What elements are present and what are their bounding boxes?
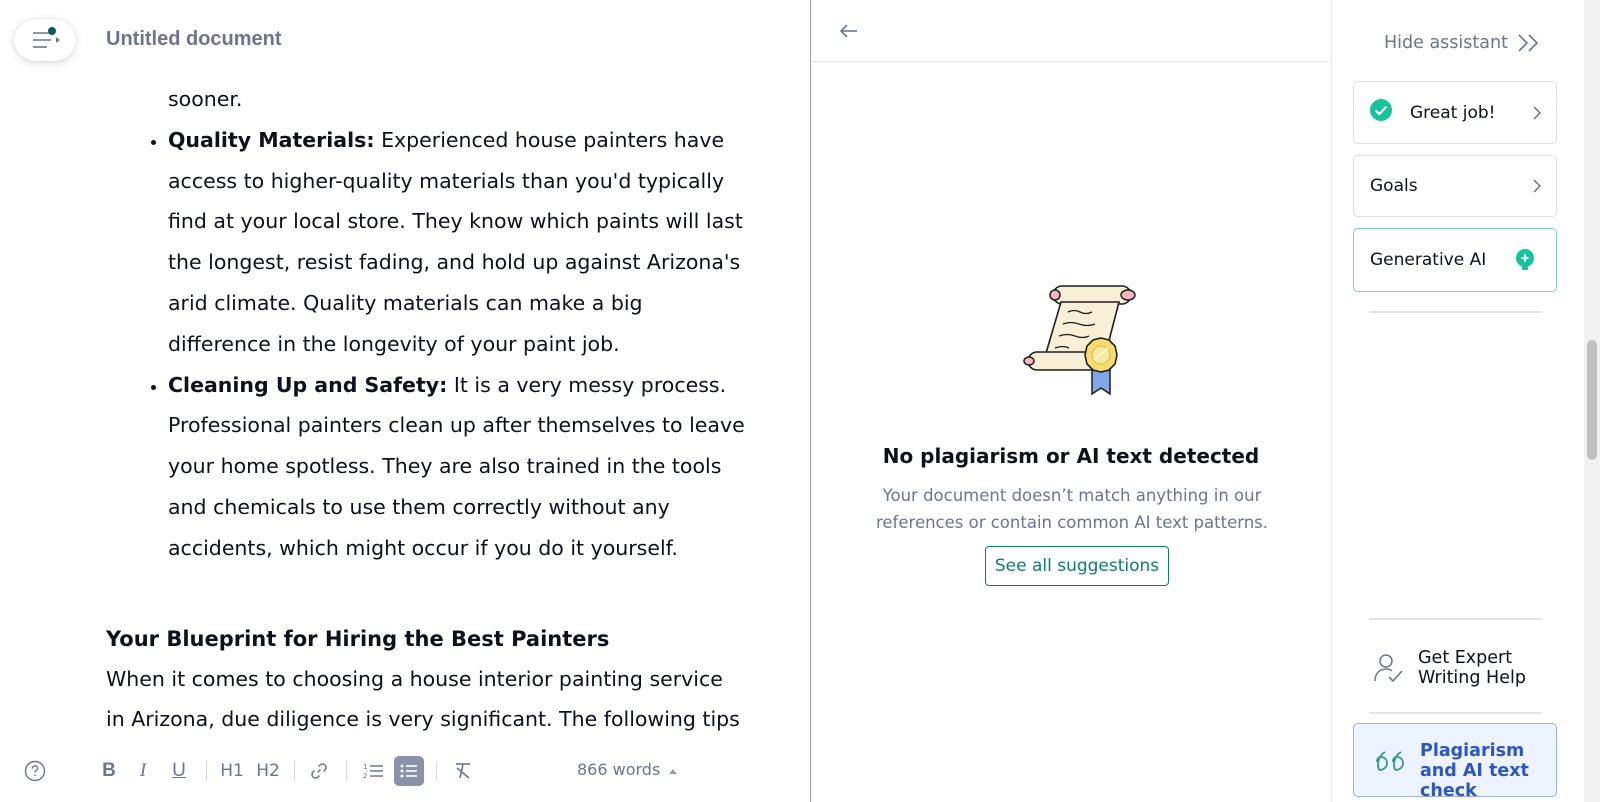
formatting-toolbar: B I U H1 H2 1 2 866 words bbox=[0, 748, 810, 794]
scrollbar-thumb[interactable] bbox=[1587, 340, 1597, 460]
hide-assistant-label: Hide assistant bbox=[1384, 33, 1508, 53]
svg-text:2: 2 bbox=[363, 772, 367, 780]
assistant-sidebar: Hide assistant Great job! Goals Generati… bbox=[1332, 0, 1584, 802]
check-circle-icon bbox=[1370, 99, 1392, 121]
link-button[interactable] bbox=[306, 756, 332, 786]
toolbar-divider bbox=[436, 761, 437, 781]
expert-writing-help-label: Get Expert Writing Help bbox=[1418, 648, 1526, 688]
sidebar-divider bbox=[1369, 311, 1542, 313]
clear-formatting-button[interactable] bbox=[450, 756, 476, 786]
quote-icon bbox=[1376, 751, 1404, 771]
help-button[interactable] bbox=[22, 756, 48, 786]
great-job-label: Great job! bbox=[1410, 102, 1496, 123]
expert-writing-help-button[interactable]: Get Expert Writing Help bbox=[1372, 645, 1552, 695]
back-arrow-icon bbox=[839, 24, 857, 38]
chevron-right-icon bbox=[1533, 105, 1542, 120]
section-heading: Your Blueprint for Hiring the Best Paint… bbox=[106, 626, 610, 651]
bullet-list: Quality Materials: Experienced house pai… bbox=[106, 120, 746, 569]
underline-button[interactable]: U bbox=[168, 756, 190, 786]
sidebar-divider bbox=[1369, 712, 1542, 714]
heading1-button[interactable]: H1 bbox=[218, 756, 246, 786]
bulb-icon bbox=[1516, 249, 1534, 270]
heading2-button[interactable]: H2 bbox=[254, 756, 282, 786]
sidebar-divider bbox=[1369, 618, 1542, 620]
panel-header bbox=[811, 0, 1331, 62]
see-all-suggestions-button[interactable]: See all suggestions bbox=[985, 546, 1169, 586]
great-job-card[interactable]: Great job! bbox=[1353, 81, 1557, 144]
continuation-text: sooner. bbox=[168, 87, 243, 111]
word-count[interactable]: 866 words bbox=[577, 760, 678, 779]
hide-assistant-button[interactable]: Hide assistant bbox=[1384, 32, 1542, 54]
document-title[interactable]: Untitled document bbox=[106, 28, 282, 51]
word-count-label: 866 words bbox=[577, 760, 661, 779]
clear-format-icon bbox=[456, 763, 470, 779]
numbered-list-button[interactable]: 1 2 bbox=[360, 756, 386, 786]
editor-pane: Untitled document sooner. Quality Materi… bbox=[0, 0, 810, 802]
chevron-right-icon bbox=[1533, 179, 1542, 193]
plagiarism-check-button[interactable]: Plagiarism and AI text check bbox=[1353, 723, 1557, 801]
certificate-scroll-icon bbox=[1016, 282, 1146, 406]
list-item-heading: Cleaning Up and Safety: bbox=[168, 372, 448, 397]
list-item-text: It is a very messy process. Professional… bbox=[168, 372, 745, 560]
numbered-list-icon: 1 2 bbox=[363, 763, 383, 780]
list-item: Cleaning Up and Safety: It is a very mes… bbox=[168, 365, 746, 569]
svg-text:1: 1 bbox=[363, 763, 367, 771]
bulleted-list-button[interactable] bbox=[394, 756, 424, 786]
plagiarism-check-label: Plagiarism and AI text check bbox=[1420, 741, 1529, 801]
goals-label: Goals bbox=[1370, 176, 1418, 196]
generative-ai-label: Generative AI bbox=[1370, 250, 1487, 270]
help-icon bbox=[24, 760, 46, 782]
bulleted-list-icon bbox=[400, 764, 417, 778]
list-item-text: Experienced house painters have access t… bbox=[168, 127, 743, 356]
italic-button[interactable]: I bbox=[132, 756, 154, 786]
result-description: Your document doesn’t match anything in … bbox=[875, 486, 1269, 532]
caret-up-icon bbox=[669, 769, 678, 774]
list-item: Quality Materials: Experienced house pai… bbox=[168, 120, 746, 365]
menu-icon bbox=[33, 27, 60, 48]
menu-button[interactable] bbox=[14, 19, 76, 61]
toolbar-divider bbox=[206, 761, 207, 781]
bold-button[interactable]: B bbox=[98, 756, 120, 786]
double-chevron-right-icon bbox=[1518, 34, 1539, 52]
list-item-heading: Quality Materials: bbox=[168, 127, 375, 152]
expert-icon bbox=[1374, 654, 1403, 683]
document-content[interactable]: sooner. Quality Materials: Experienced h… bbox=[106, 79, 746, 740]
toolbar-divider bbox=[294, 761, 295, 781]
plagiarism-panel: No plagiarism or AI text detected Your d… bbox=[810, 0, 1332, 802]
generative-ai-card[interactable]: Generative AI bbox=[1353, 228, 1557, 292]
paragraph: When it comes to choosing a house interi… bbox=[106, 666, 740, 732]
goals-card[interactable]: Goals bbox=[1353, 155, 1557, 217]
result-title: No plagiarism or AI text detected bbox=[882, 444, 1260, 468]
toolbar-divider bbox=[346, 761, 347, 781]
back-button[interactable] bbox=[835, 18, 863, 44]
page-scrollbar[interactable] bbox=[1584, 0, 1600, 802]
link-icon bbox=[311, 763, 327, 779]
